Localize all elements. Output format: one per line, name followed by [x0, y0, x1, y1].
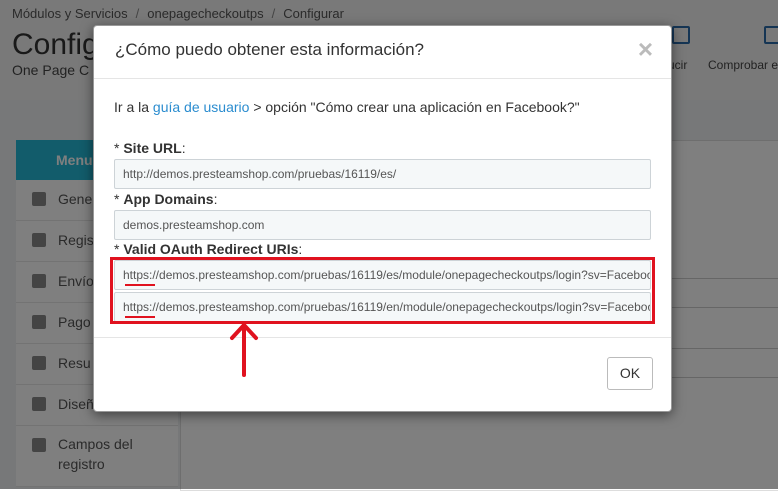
intro-text: Ir a la guía de usuario > opción "Cómo c…	[114, 99, 580, 115]
modal-footer: OK	[94, 337, 671, 412]
redirect-uris-label: * Valid OAuth Redirect URIs:	[114, 241, 303, 257]
annotation-highlight-box	[110, 257, 655, 324]
app-domains-field[interactable]: demos.presteamshop.com	[114, 210, 651, 240]
modal-header: ¿Cómo puedo obtener esta información? ×	[94, 26, 671, 79]
app-domains-label: * App Domains:	[114, 191, 218, 207]
user-guide-link[interactable]: guía de usuario	[153, 99, 250, 115]
site-url-field[interactable]: http://demos.presteamshop.com/pruebas/16…	[114, 159, 651, 189]
close-icon[interactable]: ×	[638, 36, 653, 62]
info-modal: ¿Cómo puedo obtener esta información? × …	[93, 25, 672, 412]
site-url-label: * Site URL:	[114, 140, 186, 156]
ok-button[interactable]: OK	[607, 357, 653, 390]
modal-title: ¿Cómo puedo obtener esta información?	[115, 40, 425, 59]
annotation-arrow-icon	[230, 323, 258, 377]
